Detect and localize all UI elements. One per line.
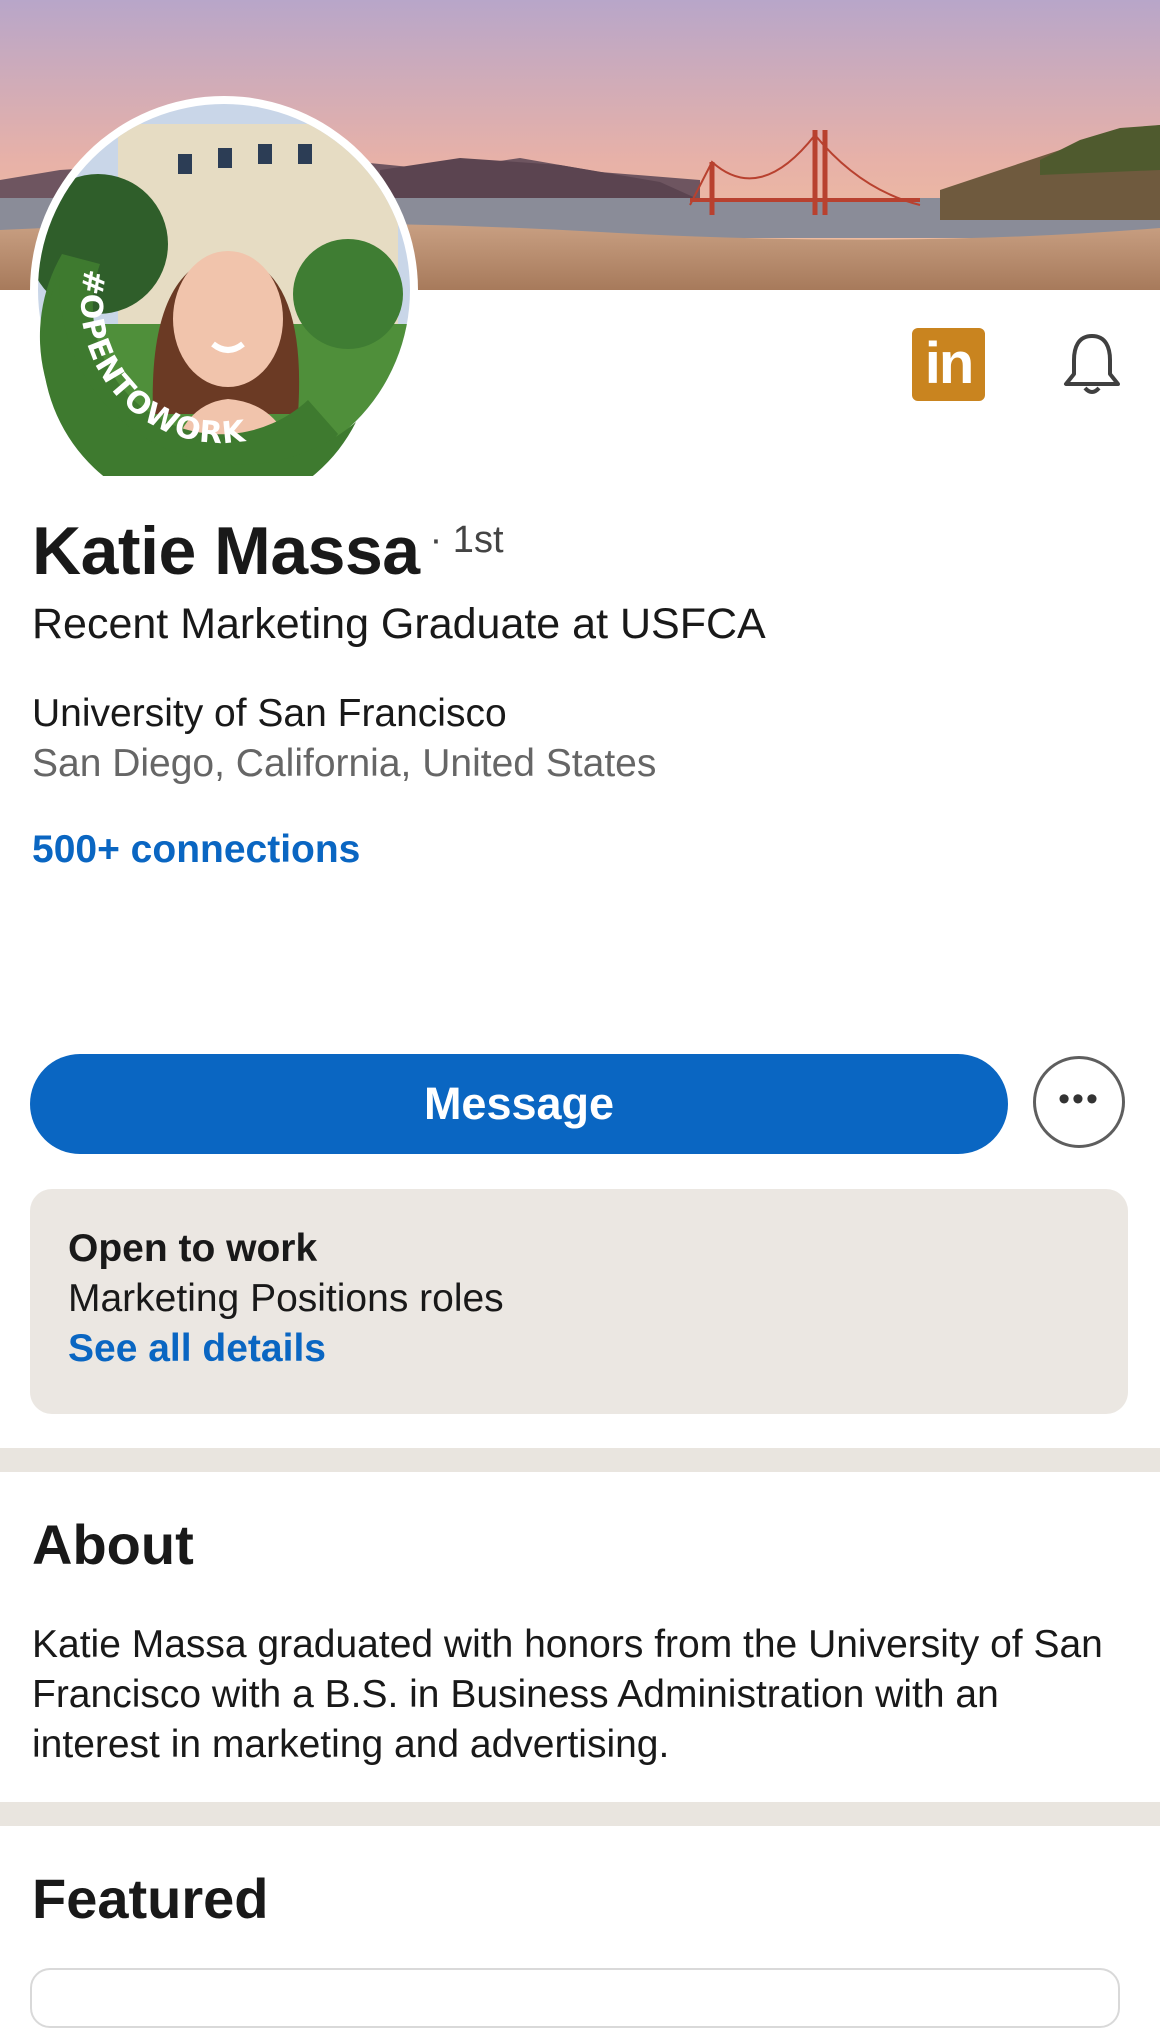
open-to-work-roles: Marketing Positions roles — [68, 1277, 504, 1320]
open-to-work-title: Open to work — [68, 1227, 318, 1270]
connections-link[interactable]: 500+ connections — [32, 828, 360, 872]
bell-icon[interactable] — [1056, 328, 1128, 400]
linkedin-icon[interactable]: in — [912, 328, 985, 401]
section-divider — [0, 1448, 1160, 1472]
profile-avatar[interactable]: #OPENTOWORK — [30, 96, 418, 484]
open-to-work-card[interactable]: Open to work Marketing Positions roles S… — [30, 1189, 1128, 1414]
featured-card[interactable] — [30, 1968, 1120, 2028]
featured-title: Featured — [32, 1867, 269, 1930]
connection-degree: · 1st — [429, 519, 504, 561]
profile-location: San Diego, California, United States — [32, 742, 657, 785]
section-divider — [0, 1802, 1160, 1826]
profile-school[interactable]: University of San Francisco — [32, 692, 507, 736]
profile-name: Katie Massa — [32, 513, 420, 589]
about-title: About — [32, 1513, 194, 1576]
see-all-details-link[interactable]: See all details — [68, 1327, 326, 1371]
more-options-button[interactable]: ••• — [1033, 1056, 1125, 1148]
profile-headline: Recent Marketing Graduate at USFCA — [32, 600, 766, 648]
name-row: Katie Massa · 1st — [32, 512, 504, 590]
more-icon: ••• — [1058, 1080, 1100, 1118]
avatar-photo: #OPENTOWORK — [38, 104, 410, 476]
about-text: Katie Massa graduated with honors from t… — [32, 1623, 1103, 1766]
message-button[interactable]: Message — [30, 1054, 1008, 1154]
